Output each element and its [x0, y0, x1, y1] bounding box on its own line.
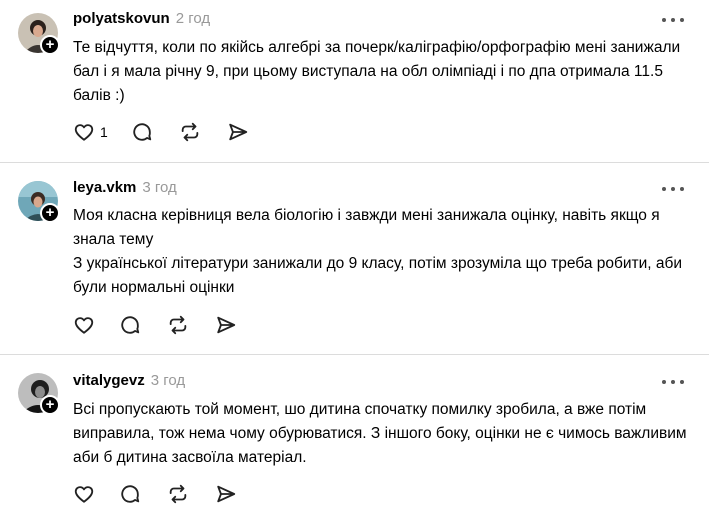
reply-button[interactable]: [119, 314, 141, 336]
post-actions: 1: [73, 121, 263, 143]
timestamp[interactable]: 3 год: [142, 179, 176, 196]
more-icon: [662, 18, 684, 22]
send-icon: [217, 485, 236, 503]
username[interactable]: leya.vkm: [73, 179, 136, 196]
share-button[interactable]: [227, 121, 249, 143]
post-actions: [73, 483, 263, 505]
repost-icon: [169, 315, 187, 335]
post-header: leya.vkm 3 год: [73, 179, 177, 199]
plus-icon: +: [45, 396, 55, 413]
repost-icon: [181, 122, 199, 142]
plus-icon: +: [45, 36, 55, 53]
timestamp[interactable]: 2 год: [176, 10, 210, 27]
post-actions: [73, 314, 263, 336]
heart-icon: [74, 317, 94, 334]
post-paragraph: Моя класна керівниця вела біологію і зав…: [73, 207, 660, 248]
follow-button[interactable]: +: [40, 395, 60, 415]
repost-button[interactable]: [167, 314, 189, 336]
post-paragraph: Всі пропускають той момент, шо дитина сп…: [73, 401, 687, 466]
repost-button[interactable]: [179, 121, 201, 143]
share-button[interactable]: [215, 483, 237, 505]
post-3: + vitalygevz 3 год Всі пропускають той мо…: [0, 355, 709, 516]
post-paragraph: Те відчуття, коли по якійсь алгебрі за п…: [73, 39, 681, 104]
username[interactable]: polyatskovun: [73, 10, 170, 27]
reply-button[interactable]: [131, 121, 153, 143]
follow-button[interactable]: +: [40, 35, 60, 55]
post-2: + leya.vkm 3 год Моя класна керівниця вел…: [0, 163, 709, 354]
repost-icon: [169, 484, 187, 504]
post-text: Всі пропускають той момент, шо дитина сп…: [73, 398, 688, 470]
post-1: + polyatskovun 2 год Те відчуття, коли по…: [0, 0, 709, 162]
plus-icon: +: [45, 204, 55, 221]
comment-icon: [133, 123, 152, 141]
send-icon: [229, 123, 248, 141]
like-button[interactable]: [73, 314, 100, 336]
repost-button[interactable]: [167, 483, 189, 505]
more-icon: [662, 380, 684, 384]
comment-icon: [121, 485, 140, 503]
send-icon: [217, 316, 236, 334]
more-button[interactable]: [660, 13, 686, 27]
like-count: 1: [100, 124, 108, 140]
more-button[interactable]: [660, 182, 686, 196]
follow-button[interactable]: +: [40, 203, 60, 223]
reply-button[interactable]: [119, 483, 141, 505]
post-text: Те відчуття, коли по якійсь алгебрі за п…: [73, 36, 688, 108]
post-text: Моя класна керівниця вела біологію і зав…: [73, 204, 688, 300]
post-header: vitalygevz 3 год: [73, 372, 185, 392]
timestamp[interactable]: 3 год: [151, 372, 185, 389]
more-button[interactable]: [660, 375, 686, 389]
post-header: polyatskovun 2 год: [73, 10, 210, 30]
post-paragraph: З української літератури занижали до 9 к…: [73, 255, 683, 296]
like-button[interactable]: [73, 483, 100, 505]
comment-icon: [121, 316, 140, 334]
share-button[interactable]: [215, 314, 237, 336]
like-button[interactable]: 1: [73, 121, 108, 143]
heart-icon: [74, 486, 94, 503]
heart-icon: [74, 124, 94, 141]
more-icon: [662, 187, 684, 191]
username[interactable]: vitalygevz: [73, 372, 145, 389]
